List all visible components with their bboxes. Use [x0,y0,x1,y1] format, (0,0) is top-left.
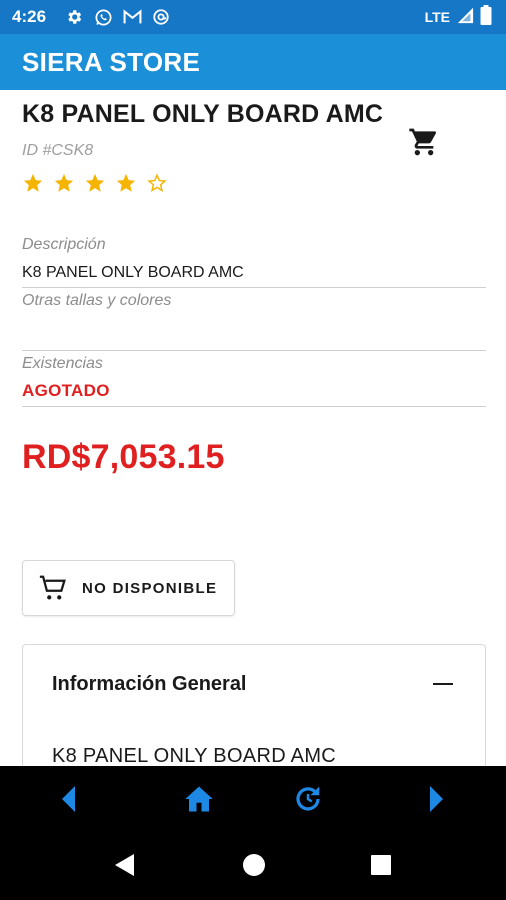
signal-icon [456,6,474,29]
status-right: LTE [424,4,492,30]
system-nav [0,830,506,900]
cart-icon[interactable] [408,126,440,158]
stock-label: Existencias [22,355,103,372]
refresh-icon[interactable] [291,782,325,816]
settings-icon [64,7,84,27]
product-title: K8 PANEL ONLY BOARD AMC [22,100,384,128]
description-label: Descripción [22,236,106,253]
general-info-card: Información General K8 PANEL ONLY BOARD … [22,644,486,784]
gmail-icon [122,7,142,27]
description-value: K8 PANEL ONLY BOARD AMC [22,264,244,281]
variants-label[interactable]: Otras tallas y colores [22,292,171,310]
collapse-icon[interactable] [433,683,453,685]
battery-icon [480,4,492,30]
at-sign-icon [151,7,171,27]
product-price: RD$7,053.15 [22,438,225,476]
star-filled-icon [116,173,136,192]
star-filled-icon [85,173,105,192]
unavailable-button-label: NO DISPONIBLE [82,579,218,597]
unavailable-button[interactable]: NO DISPONIBLE [22,560,235,616]
app-bar: SIERA STORE [0,34,506,90]
system-recents-icon[interactable] [368,852,394,878]
general-info-body: K8 PANEL ONLY BOARD AMC [52,745,337,767]
status-bar: 4:26 LTE [0,0,506,34]
network-type: LTE [424,9,450,25]
home-icon[interactable] [182,782,216,816]
whatsapp-icon [93,7,113,27]
system-back-icon[interactable] [112,852,138,878]
forward-arrow-icon[interactable] [419,782,453,816]
star-filled-icon [23,173,43,192]
general-info-title[interactable]: Información General [52,673,247,696]
star-outline-icon [147,173,167,192]
divider [22,287,486,288]
back-arrow-icon[interactable] [52,782,86,816]
divider [22,350,486,351]
system-home-icon[interactable] [241,852,267,878]
app-title: SIERA STORE [22,46,201,77]
stock-status: AGOTADO [22,381,110,400]
notification-icons [64,7,171,27]
rating-stars [22,172,168,194]
cart-outline-icon [39,575,66,600]
star-filled-icon [54,173,74,192]
status-time: 4:26 [12,7,47,26]
product-id: ID #CSK8 [22,142,94,159]
divider [22,406,486,407]
bottom-nav [0,766,506,830]
